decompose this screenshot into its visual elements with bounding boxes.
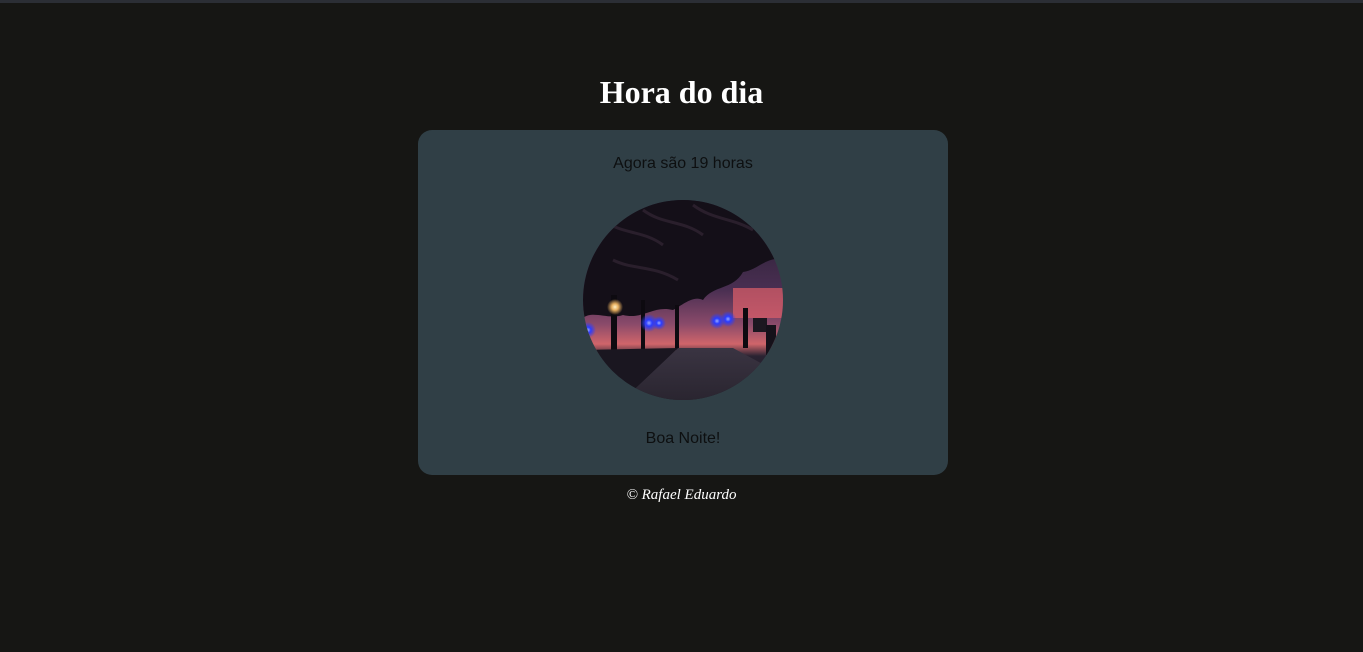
page-title: Hora do dia (599, 74, 764, 110)
time-message: Agora são 19 horas (613, 155, 753, 172)
footer-copyright: © Rafael Eduardo (626, 487, 737, 503)
greeting-message: Boa Noite! (645, 430, 721, 447)
night-park-photo-icon (583, 200, 783, 400)
top-border (0, 0, 1363, 3)
night-photo (583, 200, 783, 400)
time-card: Agora são 19 horas Boa Noite! (418, 130, 948, 475)
